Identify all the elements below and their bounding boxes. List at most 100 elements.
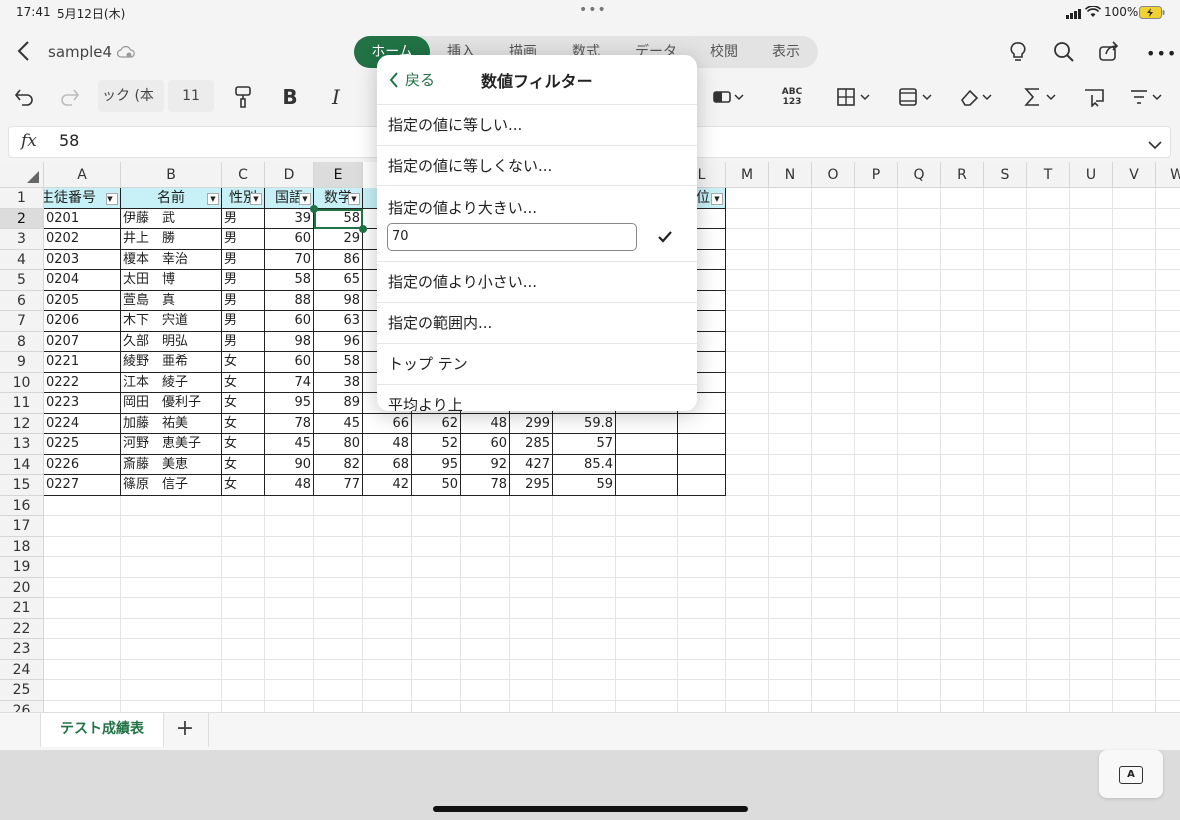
cell[interactable]: 井上 勝 bbox=[121, 229, 222, 250]
cell[interactable] bbox=[1156, 434, 1180, 455]
cell[interactable] bbox=[1070, 311, 1113, 332]
cell[interactable] bbox=[812, 577, 855, 598]
cell[interactable]: 65 bbox=[314, 270, 363, 291]
cell[interactable] bbox=[363, 639, 412, 660]
cell[interactable] bbox=[855, 290, 898, 311]
file-name[interactable]: sample4 bbox=[48, 43, 112, 61]
cell[interactable] bbox=[510, 577, 553, 598]
filter-above-average[interactable]: 平均より上 bbox=[377, 384, 697, 411]
cell[interactable]: 綾野 亜希 bbox=[121, 352, 222, 373]
cell[interactable] bbox=[941, 659, 984, 680]
cell[interactable] bbox=[726, 495, 769, 516]
cell[interactable]: 60 bbox=[461, 434, 510, 455]
font-name-box[interactable]: ック (本 bbox=[98, 80, 164, 112]
cell[interactable]: 0201 bbox=[44, 208, 121, 229]
cell[interactable] bbox=[44, 598, 121, 619]
cell[interactable] bbox=[812, 454, 855, 475]
cell[interactable] bbox=[769, 454, 812, 475]
cell[interactable]: 0205 bbox=[44, 290, 121, 311]
cell[interactable] bbox=[1156, 475, 1180, 496]
row-header[interactable]: 15 bbox=[0, 475, 44, 496]
cell[interactable] bbox=[1070, 557, 1113, 578]
cell[interactable] bbox=[855, 659, 898, 680]
cell[interactable] bbox=[769, 680, 812, 701]
cell[interactable] bbox=[222, 659, 265, 680]
cell[interactable] bbox=[812, 639, 855, 660]
cell[interactable] bbox=[678, 618, 726, 639]
cell[interactable] bbox=[984, 639, 1027, 660]
cell[interactable]: 0204 bbox=[44, 270, 121, 291]
cell[interactable] bbox=[616, 536, 678, 557]
cell[interactable] bbox=[1027, 249, 1070, 270]
back-button[interactable]: 戻る bbox=[405, 69, 435, 90]
cell[interactable] bbox=[265, 639, 314, 660]
cell[interactable] bbox=[769, 208, 812, 229]
row-header[interactable]: 21 bbox=[0, 598, 44, 619]
cell[interactable] bbox=[616, 454, 678, 475]
cell[interactable]: 48 bbox=[363, 434, 412, 455]
cell[interactable] bbox=[222, 577, 265, 598]
cell[interactable]: 0202 bbox=[44, 229, 121, 250]
cell[interactable] bbox=[1027, 434, 1070, 455]
cell[interactable]: 92 bbox=[461, 454, 510, 475]
cell[interactable]: 0226 bbox=[44, 454, 121, 475]
undo-icon[interactable] bbox=[12, 82, 36, 112]
cell[interactable] bbox=[412, 598, 461, 619]
cell[interactable] bbox=[1027, 229, 1070, 250]
cell[interactable] bbox=[222, 700, 265, 712]
cell[interactable]: 39 bbox=[265, 208, 314, 229]
cell[interactable] bbox=[1113, 475, 1156, 496]
cell[interactable] bbox=[1070, 516, 1113, 537]
cell[interactable] bbox=[898, 229, 941, 250]
cell[interactable] bbox=[616, 495, 678, 516]
cell[interactable] bbox=[1027, 659, 1070, 680]
cell[interactable] bbox=[941, 475, 984, 496]
cell[interactable] bbox=[222, 680, 265, 701]
cell[interactable] bbox=[1113, 372, 1156, 393]
cell[interactable]: 河野 恵美子 bbox=[121, 434, 222, 455]
cell[interactable] bbox=[461, 680, 510, 701]
cell[interactable] bbox=[314, 700, 363, 712]
filter-greater-than[interactable]: 指定の値より大きい... 70 bbox=[377, 185, 697, 262]
cell[interactable] bbox=[1070, 454, 1113, 475]
cell[interactable]: 太田 博 bbox=[121, 270, 222, 291]
row-header[interactable]: 4 bbox=[0, 249, 44, 270]
cell[interactable] bbox=[461, 557, 510, 578]
cell[interactable] bbox=[1070, 270, 1113, 291]
cell[interactable] bbox=[1070, 598, 1113, 619]
cell[interactable] bbox=[1070, 393, 1113, 414]
cell[interactable] bbox=[1113, 331, 1156, 352]
cell[interactable] bbox=[812, 434, 855, 455]
cell[interactable] bbox=[461, 659, 510, 680]
cell[interactable]: 82 bbox=[314, 454, 363, 475]
column-header-b[interactable]: B bbox=[121, 162, 222, 188]
cell[interactable] bbox=[44, 536, 121, 557]
cell[interactable] bbox=[898, 311, 941, 332]
cell[interactable]: 女 bbox=[222, 352, 265, 373]
cell[interactable] bbox=[1156, 537, 1180, 557]
cell[interactable] bbox=[1070, 680, 1113, 701]
cell[interactable] bbox=[265, 557, 314, 578]
cell[interactable] bbox=[898, 516, 941, 537]
autosum-icon[interactable] bbox=[1022, 82, 1062, 112]
cell[interactable]: 0207 bbox=[44, 331, 121, 352]
clear-format-icon[interactable] bbox=[712, 82, 752, 112]
row-header[interactable]: 13 bbox=[0, 434, 44, 455]
cell[interactable] bbox=[461, 516, 510, 537]
cell[interactable] bbox=[855, 475, 898, 496]
cell[interactable] bbox=[769, 249, 812, 270]
column-header-d[interactable]: D bbox=[265, 162, 314, 188]
cell[interactable] bbox=[941, 680, 984, 701]
cell[interactable] bbox=[726, 680, 769, 701]
cell[interactable] bbox=[1113, 352, 1156, 373]
cell[interactable] bbox=[941, 413, 984, 434]
cell[interactable] bbox=[616, 618, 678, 639]
filter-dropdown-icon[interactable]: ▼ bbox=[348, 193, 360, 205]
cell[interactable] bbox=[984, 352, 1027, 373]
cell[interactable]: 女 bbox=[222, 413, 265, 434]
cell[interactable] bbox=[616, 700, 678, 712]
filter-value-input[interactable]: 70 bbox=[387, 223, 637, 251]
cell[interactable] bbox=[678, 639, 726, 660]
filter-dropdown-icon[interactable]: ▼ bbox=[711, 193, 723, 205]
cell[interactable] bbox=[898, 680, 941, 701]
